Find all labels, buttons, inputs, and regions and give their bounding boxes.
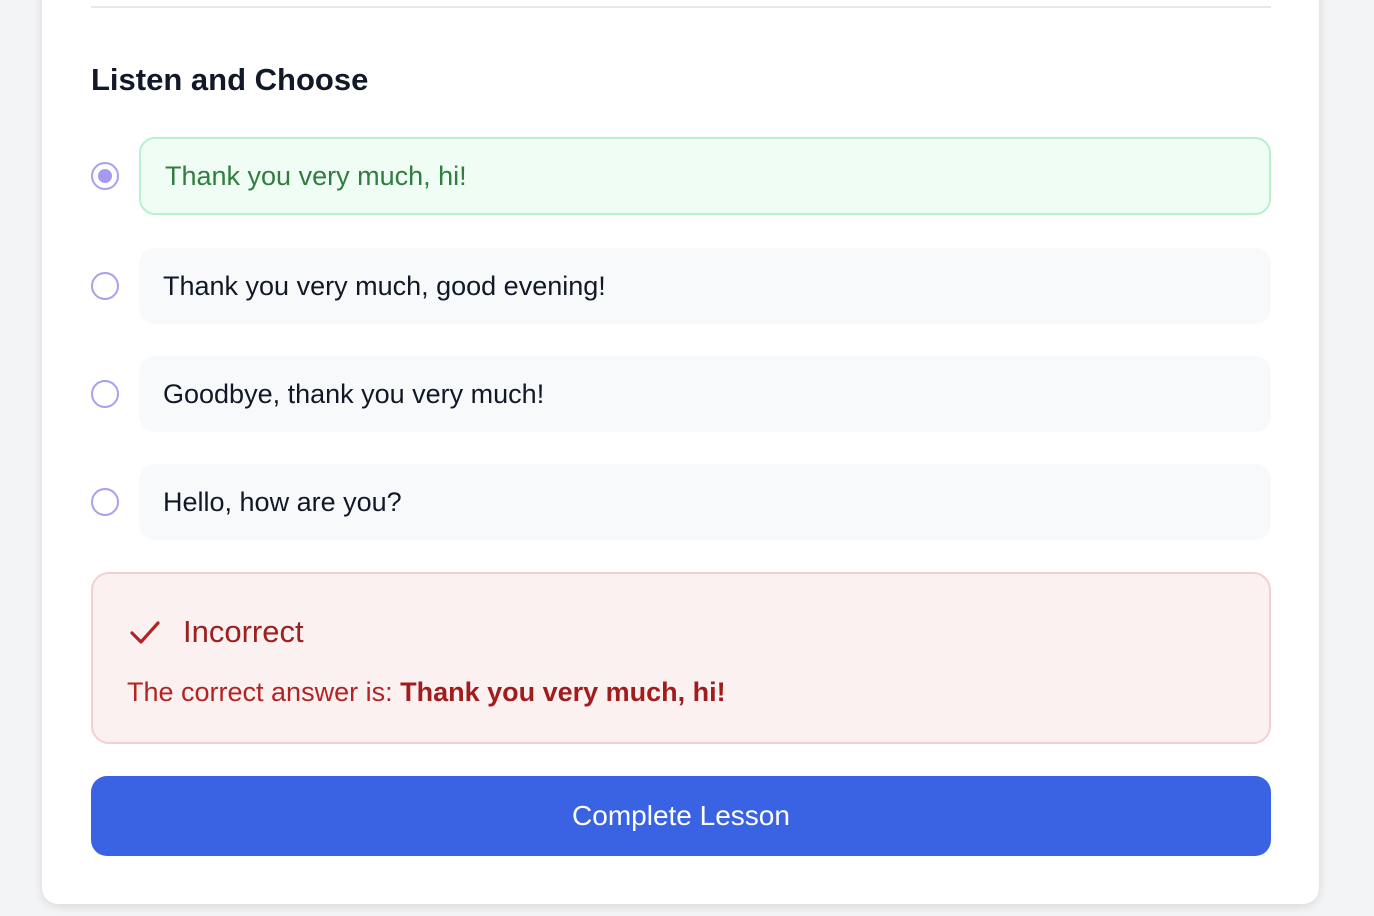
check-icon [127, 614, 163, 650]
option-label[interactable]: Thank you very much, hi! [139, 137, 1271, 215]
option-label[interactable]: Thank you very much, good evening! [139, 248, 1271, 324]
answer-option-1[interactable]: Thank you very much, hi! [91, 137, 1271, 215]
feedback-header: Incorrect [127, 612, 304, 652]
divider [91, 6, 1271, 8]
complete-lesson-button[interactable]: Complete Lesson [91, 776, 1271, 856]
radio-button[interactable] [91, 272, 119, 300]
feedback-message: The correct answer is: Thank you very mu… [127, 674, 726, 710]
question-title: Listen and Choose [91, 62, 369, 97]
feedback-status: Incorrect [183, 614, 304, 649]
feedback-prefix: The correct answer is: [127, 677, 401, 707]
option-label[interactable]: Hello, how are you? [139, 464, 1271, 540]
correct-answer: Thank you very much, hi! [400, 677, 726, 707]
answer-option-4[interactable]: Hello, how are you? [91, 464, 1271, 540]
lesson-card [42, 0, 1319, 904]
radio-button-selected[interactable] [91, 162, 119, 190]
radio-button[interactable] [91, 380, 119, 408]
answer-option-3[interactable]: Goodbye, thank you very much! [91, 356, 1271, 432]
option-label[interactable]: Goodbye, thank you very much! [139, 356, 1271, 432]
radio-button[interactable] [91, 488, 119, 516]
feedback-panel: Incorrect The correct answer is: Thank y… [91, 572, 1271, 744]
answer-option-2[interactable]: Thank you very much, good evening! [91, 248, 1271, 324]
